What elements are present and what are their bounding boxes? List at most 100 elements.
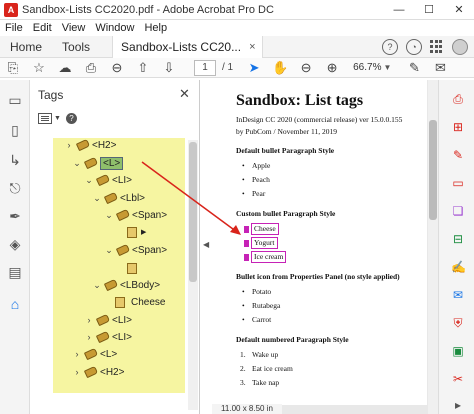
export-pdf-icon[interactable]: ⎙: [451, 92, 465, 106]
menu-window[interactable]: Window: [90, 22, 139, 34]
close-window-button[interactable]: ✕: [444, 0, 474, 20]
chevron-right-icon[interactable]: ›: [84, 332, 94, 342]
upload-cloud-icon[interactable]: ☁: [52, 60, 78, 76]
combine-files-icon[interactable]: ❏: [451, 204, 465, 218]
tags-scrollbar-thumb[interactable]: [189, 142, 197, 282]
list-item: Potato: [236, 285, 427, 299]
avatar[interactable]: [452, 38, 468, 55]
chevron-right-icon[interactable]: ›: [84, 315, 94, 325]
layers-icon[interactable]: ◈: [7, 236, 23, 252]
page-number-input[interactable]: 1: [194, 59, 216, 76]
tree-item-label: <Span>: [132, 209, 168, 221]
sign-icon[interactable]: ✎: [401, 60, 427, 76]
tags-icon[interactable]: ⌂: [7, 296, 23, 312]
bookmarks-icon[interactable]: ▯: [7, 122, 23, 138]
toolbar: ⎘ ☆ ☁ ⎙ ⊖ ⇧ ⇩ 1 / 1 ➤ ✋ ⊖ ⊕ 66.7% ▼ ✎ ✉: [0, 58, 474, 78]
content-icon[interactable]: ▤: [7, 264, 23, 280]
tree-item-label: <LI>: [112, 314, 133, 326]
tree-item-li[interactable]: › <LI>: [84, 312, 132, 328]
chevron-down-icon[interactable]: ⌄: [104, 245, 114, 256]
zoom-out-icon[interactable]: ⊖: [293, 60, 319, 76]
list-item: Apple: [236, 159, 427, 173]
chevron-down-icon[interactable]: ⌄: [92, 193, 102, 204]
tags-options-button[interactable]: ▼ ?: [38, 113, 77, 124]
redact-icon[interactable]: ✂: [451, 372, 465, 386]
chevron-down-icon[interactable]: ⌄: [84, 175, 94, 186]
close-icon[interactable]: ✕: [179, 86, 190, 102]
collapse-panel-icon[interactable]: ◀: [203, 240, 209, 249]
tree-item-content[interactable]: [124, 260, 140, 276]
tree-item-span[interactable]: ⌄ <Span>: [104, 207, 167, 223]
tab-tools[interactable]: Tools: [52, 40, 100, 54]
help-icon[interactable]: ?: [382, 38, 398, 55]
custom-bullet-icon: [244, 239, 249, 247]
edit-pdf-icon[interactable]: ✎: [451, 148, 465, 162]
chevron-down-icon[interactable]: ⌄: [104, 210, 114, 221]
tree-item-content[interactable]: ▶: [124, 224, 146, 240]
chevron-down-icon[interactable]: ⌄: [72, 158, 82, 169]
save-icon[interactable]: ⎘: [0, 60, 26, 76]
select-cursor-icon[interactable]: ➤: [241, 60, 267, 76]
chevron-down-icon[interactable]: ⌄: [92, 280, 102, 291]
doc-title: Sandbox: List tags: [236, 92, 364, 109]
send-for-signature-icon[interactable]: ✉: [451, 288, 465, 302]
tree-item-li[interactable]: › <LI>: [84, 329, 132, 345]
scan-ocr-icon[interactable]: ▣: [451, 344, 465, 358]
more-tools-icon[interactable]: ▸: [451, 398, 465, 412]
print-icon[interactable]: ⎙: [78, 60, 104, 76]
document-scrollbar[interactable]: [428, 80, 438, 414]
signatures-icon[interactable]: ✒: [7, 208, 23, 224]
chevron-right-icon[interactable]: ›: [72, 349, 82, 359]
previous-page-icon[interactable]: ⇧: [130, 60, 156, 76]
doc-meta-author: by PubCom / November 11, 2019: [236, 127, 337, 136]
create-pdf-icon[interactable]: ⊞: [451, 120, 465, 134]
page-thumbnails-icon[interactable]: ▭: [7, 92, 23, 108]
tree-item-h2[interactable]: › <H2>: [72, 364, 124, 380]
tree-item-span[interactable]: ⌄ <Span>: [104, 242, 167, 258]
menu-help[interactable]: Help: [139, 22, 172, 34]
menu-edit[interactable]: Edit: [28, 22, 57, 34]
tree-item-lbody[interactable]: ⌄ <LBody>: [92, 277, 160, 293]
tree-item-l[interactable]: › <L>: [72, 346, 117, 362]
tree-item-h2[interactable]: › <H2>: [64, 137, 116, 153]
zoom-in-icon[interactable]: ⊕: [319, 60, 345, 76]
tag-icon: [115, 243, 131, 257]
chevron-right-icon[interactable]: ›: [72, 367, 82, 377]
play-icon: ▶: [141, 229, 147, 236]
menu-file[interactable]: File: [0, 22, 28, 34]
tree-item-content[interactable]: Cheese: [112, 294, 165, 310]
tree-item-label: <Lbl>: [120, 192, 146, 204]
notifications-icon[interactable]: ◔: [406, 38, 422, 55]
document-scrollbar-thumb[interactable]: [429, 120, 437, 220]
hand-tool-icon[interactable]: ✋: [267, 60, 293, 76]
tree-item-label: <Span>: [132, 244, 168, 256]
bookmark-star-icon[interactable]: ☆: [26, 60, 52, 76]
apps-grid-icon[interactable]: [430, 39, 444, 54]
zoom-out-search-icon[interactable]: ⊖: [104, 60, 130, 76]
attachments-icon[interactable]: ⎋: [7, 180, 23, 196]
minimize-button[interactable]: —: [384, 0, 414, 20]
tag-icon: [95, 313, 111, 327]
comment-icon[interactable]: ▭: [451, 176, 465, 190]
tree-item-l[interactable]: ⌄ <L>: [72, 155, 124, 171]
tab-home[interactable]: Home: [0, 40, 52, 54]
maximize-button[interactable]: ☐: [414, 0, 444, 20]
tab-close-icon[interactable]: ×: [249, 41, 255, 53]
tab-document[interactable]: Sandbox-Lists CC20... ×: [112, 35, 263, 58]
next-page-icon[interactable]: ⇩: [156, 60, 182, 76]
chevron-right-icon[interactable]: ›: [64, 140, 74, 150]
menu-view[interactable]: View: [57, 22, 91, 34]
order-icon[interactable]: ↳: [7, 152, 23, 168]
protect-icon[interactable]: ⛨: [451, 316, 465, 330]
list-item: Eat ice cream: [236, 362, 427, 376]
share-mail-icon[interactable]: ✉: [427, 60, 453, 76]
tree-item-lbl[interactable]: ⌄ <Lbl>: [92, 190, 145, 206]
zoom-level[interactable]: 66.7% ▼: [353, 62, 391, 73]
organize-pages-icon[interactable]: ⊟: [451, 232, 465, 246]
list-item: Peach: [236, 173, 427, 187]
info-icon[interactable]: ?: [65, 113, 77, 124]
tag-icon: [115, 208, 131, 222]
tree-item-label: <LI>: [112, 331, 133, 343]
fill-sign-icon[interactable]: ✍: [451, 260, 466, 274]
tree-item-li[interactable]: ⌄ <LI>: [84, 172, 132, 188]
